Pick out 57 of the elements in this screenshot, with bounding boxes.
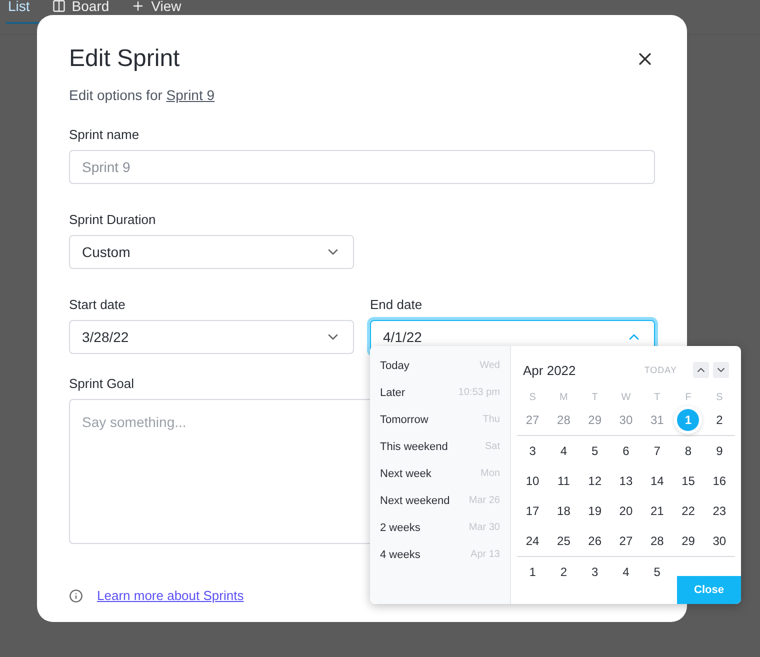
calendar-day[interactable]: 10 (522, 470, 544, 492)
calendar-day[interactable]: 5 (646, 561, 668, 583)
shortcut-label: Next weekend (380, 494, 450, 506)
previous-month-button[interactable] (693, 362, 709, 378)
calendar-day[interactable]: 8 (677, 440, 700, 462)
dialog-title: Edit Sprint (69, 45, 180, 73)
calendar-day[interactable]: 15 (677, 470, 700, 492)
calendar-day[interactable]: 3 (584, 561, 606, 583)
field-label: Sprint Goal (69, 376, 136, 391)
field-label: Sprint name (69, 127, 140, 142)
calendar-day[interactable]: 2 (552, 561, 575, 583)
shortcut-label: Later (380, 386, 406, 398)
field-label: Sprint Duration (69, 212, 157, 227)
view-tab[interactable]: View (129, 0, 202, 24)
weekday-label: S (716, 392, 723, 403)
duration-select[interactable]: Custom (69, 235, 354, 269)
sprint-link[interactable]: Sprint 9 (166, 87, 215, 103)
calendar-day[interactable]: 23 (708, 500, 730, 522)
calendar-day[interactable]: 11 (552, 470, 575, 492)
calendar-day[interactable]: 20 (614, 500, 637, 522)
date-field[interactable]: 4/1/22 (370, 320, 655, 354)
calendar-day[interactable]: 6 (614, 440, 637, 462)
info-icon (69, 588, 83, 602)
shortcut-label: Today (380, 360, 410, 372)
learn-more-link[interactable]: Learn more about Sprints (97, 588, 244, 603)
calendar-day[interactable]: 13 (614, 470, 637, 492)
calendar-day[interactable]: 18 (552, 500, 575, 522)
shortcut-label: 4 weeks (380, 548, 420, 560)
calendar-day[interactable]: 3 (522, 440, 544, 462)
month-title: Apr 2022 (523, 362, 577, 378)
calendar-day[interactable]: 12 (584, 470, 606, 492)
shortcut-label: 2 weeks (380, 522, 420, 534)
calendar-day[interactable]: 19 (584, 500, 606, 522)
shortcut-label: This weekend (380, 440, 448, 452)
calendar-day[interactable]: 17 (522, 500, 544, 522)
plus-icon (131, 0, 146, 13)
calendar-day[interactable]: 9 (708, 440, 730, 462)
dialog-subtitle: Edit options for Sprint 9 (69, 87, 216, 103)
weekday-label: T (654, 392, 660, 403)
shortcut-label: Tomorrow (380, 414, 428, 426)
calendar-day[interactable]: 30 (708, 530, 730, 552)
field-label: End date (370, 297, 424, 312)
view-tab[interactable]: Board (50, 0, 130, 24)
board-icon (52, 0, 66, 13)
calendar-day[interactable]: 16 (708, 470, 730, 492)
calendar-day[interactable]: 22 (677, 500, 700, 522)
calendar-day[interactable]: 4 (614, 561, 637, 583)
calendar-day[interactable]: 29 (677, 530, 700, 552)
shortcut-label: Next week (380, 468, 432, 480)
field-label: Start date (69, 297, 126, 312)
next-month-button[interactable] (713, 362, 729, 378)
calendar-day[interactable]: 2 (708, 409, 730, 431)
calendar-day[interactable]: 4 (552, 440, 575, 462)
calendar-day[interactable]: 5 (584, 440, 606, 462)
date-field[interactable]: 3/28/22 (69, 320, 354, 354)
calendar-day[interactable]: 1 (522, 561, 544, 583)
weekday-label: F (685, 392, 692, 403)
